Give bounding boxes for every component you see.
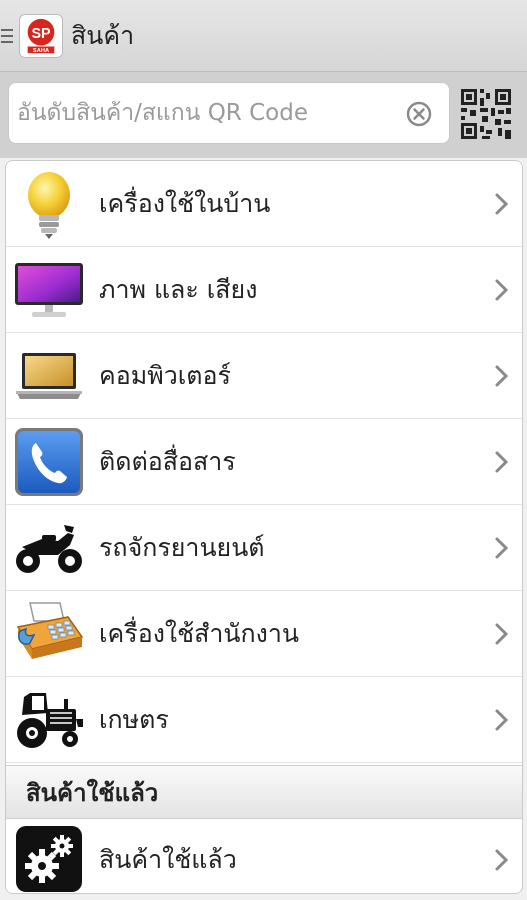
chevron-right-icon (495, 709, 509, 731)
lightbulb-icon (12, 167, 86, 241)
monitor-icon (12, 253, 86, 327)
category-label: เครื่องใช้ในบ้าน (99, 189, 271, 218)
category-label: รถจักรยานยนต์ (99, 533, 265, 562)
tractor-icon (12, 683, 86, 757)
menu-icon[interactable] (1, 0, 15, 72)
category-item-computers[interactable]: คอมพิวเตอร์ (6, 333, 522, 419)
clear-search-icon[interactable] (405, 100, 433, 128)
chevron-right-icon (495, 193, 509, 215)
chevron-right-icon (495, 451, 509, 473)
svg-text:SAHA: SAHA (33, 48, 49, 54)
category-item-office-equipment[interactable]: เครื่องใช้สำนักงาน (6, 591, 522, 677)
chevron-right-icon (495, 623, 509, 645)
category-label: คอมพิวเตอร์ (99, 361, 231, 390)
category-item-used-products[interactable]: สินค้าใช้แล้ว (6, 819, 522, 893)
page-title: สินค้า (71, 20, 135, 50)
svg-text:SP: SP (31, 25, 51, 41)
gears-icon (12, 822, 86, 893)
category-item-home-appliances[interactable]: เครื่องใช้ในบ้าน (6, 161, 522, 247)
category-item-communication[interactable]: ติดต่อสื่อสาร (6, 419, 522, 505)
category-item-audio-video[interactable]: ภาพ และ เสียง (6, 247, 522, 333)
category-list: เครื่องใช้ในบ้าน ภาพ และ เสียง คอมพิวเตอ… (5, 160, 523, 894)
fax-machine-icon (12, 597, 86, 671)
category-label: สินค้าใช้แล้ว (99, 845, 237, 874)
search-input[interactable] (9, 88, 389, 138)
chevron-right-icon (495, 279, 509, 301)
search-box (8, 82, 450, 144)
category-label: เกษตร (99, 705, 169, 734)
chevron-right-icon (495, 849, 509, 871)
laptop-icon (12, 339, 86, 413)
app-logo[interactable]: SP SAHA (19, 13, 63, 58)
chevron-right-icon (495, 365, 509, 387)
category-item-agriculture[interactable]: เกษตร (6, 677, 522, 763)
category-item-motorcycles[interactable]: รถจักรยานยนต์ (6, 505, 522, 591)
category-label: ภาพ และ เสียง (99, 275, 258, 304)
category-label: ติดต่อสื่อสาร (99, 447, 236, 476)
motorcycle-icon (12, 511, 86, 585)
app-bar: SP SAHA สินค้า (0, 0, 527, 72)
section-header-used-products: สินค้าใช้แล้ว (6, 765, 522, 819)
category-label: เครื่องใช้สำนักงาน (99, 619, 299, 648)
sp-logo-icon: SP SAHA (27, 18, 55, 54)
phone-icon (12, 425, 86, 499)
qr-scan-icon[interactable] (458, 86, 514, 142)
search-bar (0, 72, 527, 158)
chevron-right-icon (495, 537, 509, 559)
section-title: สินค้าใช้แล้ว (26, 779, 159, 807)
